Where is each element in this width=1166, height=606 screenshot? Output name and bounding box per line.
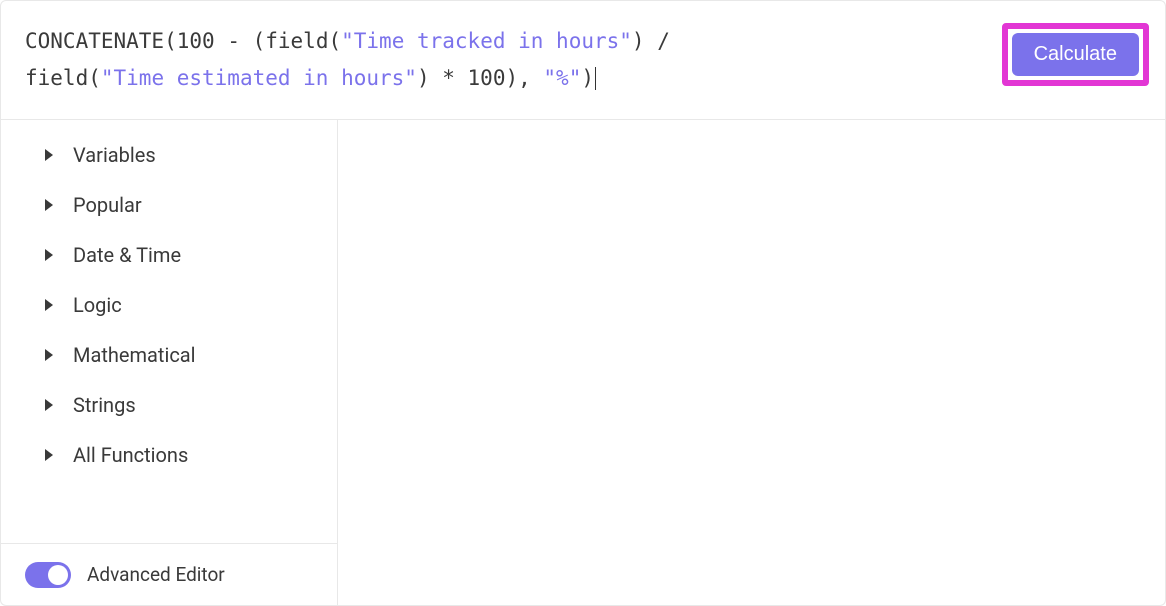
category-item[interactable]: Variables	[1, 130, 337, 180]
chevron-right-icon	[45, 299, 53, 311]
formula-token: ) /	[632, 29, 683, 53]
chevron-right-icon	[45, 399, 53, 411]
formula-token: "%"	[543, 66, 581, 90]
formula-token: (	[88, 66, 101, 90]
formula-token: 100	[468, 66, 506, 90]
formula-token: ) *	[417, 66, 468, 90]
category-item[interactable]: Logic	[1, 280, 337, 330]
category-list: Variables Popular Date & Time Logic Mathemat…	[1, 120, 337, 543]
category-label: Variables	[73, 143, 156, 167]
chevron-right-icon	[45, 149, 53, 161]
formula-token: CONCATENATE	[25, 29, 164, 53]
chevron-right-icon	[45, 449, 53, 461]
calculate-button[interactable]: Calculate	[1012, 33, 1139, 76]
advanced-editor-toggle[interactable]	[25, 562, 71, 588]
formula-token: "Time estimated in hours"	[101, 66, 417, 90]
chevron-right-icon	[45, 249, 53, 261]
category-label: Mathematical	[73, 343, 196, 367]
formula-bar: CONCATENATE(100 - (field("Time tracked i…	[1, 1, 1165, 120]
formula-token: )	[581, 66, 594, 90]
category-label: Date & Time	[73, 243, 181, 267]
main-area: Variables Popular Date & Time Logic Mathemat…	[1, 120, 1165, 606]
formula-token: "Time tracked in hours"	[341, 29, 632, 53]
category-item[interactable]: Strings	[1, 380, 337, 430]
category-label: Strings	[73, 393, 136, 417]
advanced-editor-label: Advanced Editor	[87, 563, 225, 586]
formula-input[interactable]: CONCATENATE(100 - (field("Time tracked i…	[25, 23, 986, 97]
category-item[interactable]: Mathematical	[1, 330, 337, 380]
category-label: All Functions	[73, 443, 188, 467]
formula-token: ),	[505, 66, 543, 90]
category-item[interactable]: Popular	[1, 180, 337, 230]
category-label: Logic	[73, 293, 122, 317]
category-item[interactable]: Date & Time	[1, 230, 337, 280]
content-pane	[338, 120, 1165, 606]
calculate-highlight: Calculate	[1002, 23, 1149, 86]
chevron-right-icon	[45, 349, 53, 361]
sidebar: Variables Popular Date & Time Logic Mathemat…	[1, 120, 338, 606]
category-item[interactable]: All Functions	[1, 430, 337, 480]
text-cursor	[595, 67, 596, 90]
formula-token: - (	[215, 29, 266, 53]
toggle-knob	[48, 565, 68, 585]
formula-token: (	[164, 29, 177, 53]
formula-token: field	[265, 29, 328, 53]
chevron-right-icon	[45, 199, 53, 211]
category-label: Popular	[73, 193, 142, 217]
formula-token: (	[328, 29, 341, 53]
formula-token: 100	[177, 29, 215, 53]
formula-token: field	[25, 66, 88, 90]
sidebar-footer: Advanced Editor	[1, 543, 337, 606]
